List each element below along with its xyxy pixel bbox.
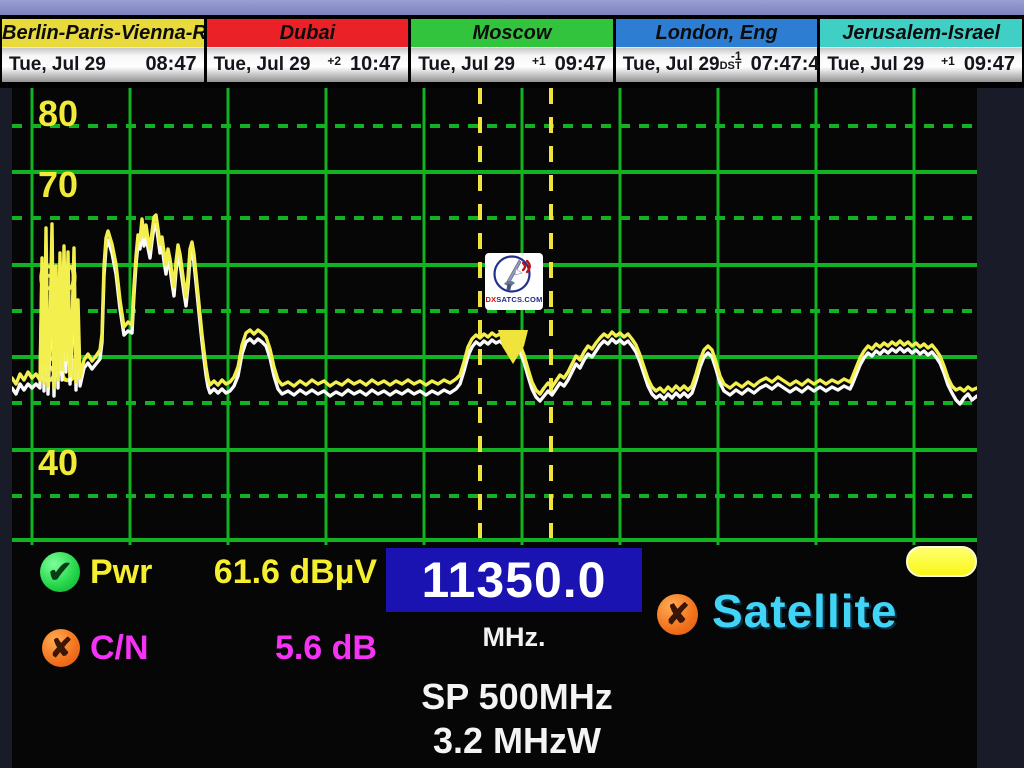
clock-utc-offset: -1DST xyxy=(720,51,742,71)
clock-time: 09:47 xyxy=(964,53,1015,76)
span-setting-label: SP 500MHz xyxy=(292,676,742,718)
satellite-dish-icon xyxy=(492,253,536,295)
y-axis-label: 80 xyxy=(38,93,78,134)
clock-time: 10:47 xyxy=(350,53,401,76)
clock-body: Tue, Jul 29 +1 09:47 xyxy=(411,47,613,82)
clock-body: Tue, Jul 29 +2 10:47 xyxy=(207,47,409,82)
frequency-display[interactable]: 11350.0 xyxy=(386,548,642,612)
clock-utc-offset: +1 xyxy=(941,56,955,66)
pwr-label: Pwr xyxy=(90,552,152,592)
world-clock-bar: Berlin-Paris-Vienna-Roma Tue, Jul 29 08:… xyxy=(0,15,1024,88)
clock-city-label: Dubai xyxy=(207,19,409,47)
clock-date: Tue, Jul 29 xyxy=(9,54,106,76)
clock-cell-dubai: Dubai Tue, Jul 29 +2 10:47 xyxy=(207,19,409,82)
clock-city-label: Berlin-Paris-Vienna-Roma xyxy=(2,19,204,47)
cn-label: C/N xyxy=(90,628,149,668)
cn-value: 5.6 dB xyxy=(170,628,377,668)
highlight-pill[interactable] xyxy=(906,546,977,577)
spectrum-background xyxy=(12,88,977,545)
clock-date: Tue, Jul 29 xyxy=(827,54,924,76)
clock-city-label: London, Eng xyxy=(616,19,818,47)
clock-cell-london: London, Eng Tue, Jul 29 -1DST 07:47:49 xyxy=(616,19,818,82)
y-axis-label: 40 xyxy=(38,442,78,483)
satellite-label: Satellite xyxy=(712,585,897,637)
clock-date: Tue, Jul 29 xyxy=(214,54,311,76)
logo-wordmark: DXSATCS.COM xyxy=(485,295,542,304)
spectrum-plot: 8070605040 xyxy=(12,88,977,545)
y-axis-label: 70 xyxy=(38,164,78,205)
cn-x-icon: ✘ xyxy=(42,629,80,667)
pwr-check-icon: ✔ xyxy=(40,552,80,592)
clock-body: Tue, Jul 29 08:47 xyxy=(2,47,204,82)
clock-time: 09:47 xyxy=(555,53,606,76)
clock-utc-offset: +1 xyxy=(532,56,546,66)
clock-body: Tue, Jul 29 -1DST 07:47:49 xyxy=(616,47,818,82)
clock-utc-offset: +2 xyxy=(327,56,341,66)
meter-panel: 8070605040 DXSATCS.COM ✔ Pwr 61.6 dBµV ✘… xyxy=(12,88,977,768)
clock-body: Tue, Jul 29 +1 09:47 xyxy=(820,47,1022,82)
clock-city-label: Jerusalem-Israel xyxy=(820,19,1022,47)
clock-date: Tue, Jul 29 xyxy=(623,54,720,76)
clock-time: 08:47 xyxy=(145,53,196,76)
clock-date: Tue, Jul 29 xyxy=(418,54,515,76)
meter-screen: { "top_clocks": [ {"city":"Berlin-Paris-… xyxy=(0,0,1024,768)
bandwidth-setting-label: 3.2 MHzW xyxy=(292,720,742,762)
clock-cell-jerusalem: Jerusalem-Israel Tue, Jul 29 +1 09:47 xyxy=(820,19,1022,82)
dxsatcs-logo: DXSATCS.COM xyxy=(485,253,543,310)
frequency-unit-label: MHz. xyxy=(386,622,642,653)
satellite-x-icon: ✘ xyxy=(657,594,698,635)
clock-time: 07:47:49 xyxy=(751,53,831,76)
window-top-strip xyxy=(0,0,1024,15)
clock-city-label: Moscow xyxy=(411,19,613,47)
clock-cell-berlin: Berlin-Paris-Vienna-Roma Tue, Jul 29 08:… xyxy=(2,19,204,82)
clock-cell-moscow: Moscow Tue, Jul 29 +1 09:47 xyxy=(411,19,613,82)
frequency-value: 11350.0 xyxy=(422,551,607,609)
pwr-value: 61.6 dBµV xyxy=(170,552,377,592)
